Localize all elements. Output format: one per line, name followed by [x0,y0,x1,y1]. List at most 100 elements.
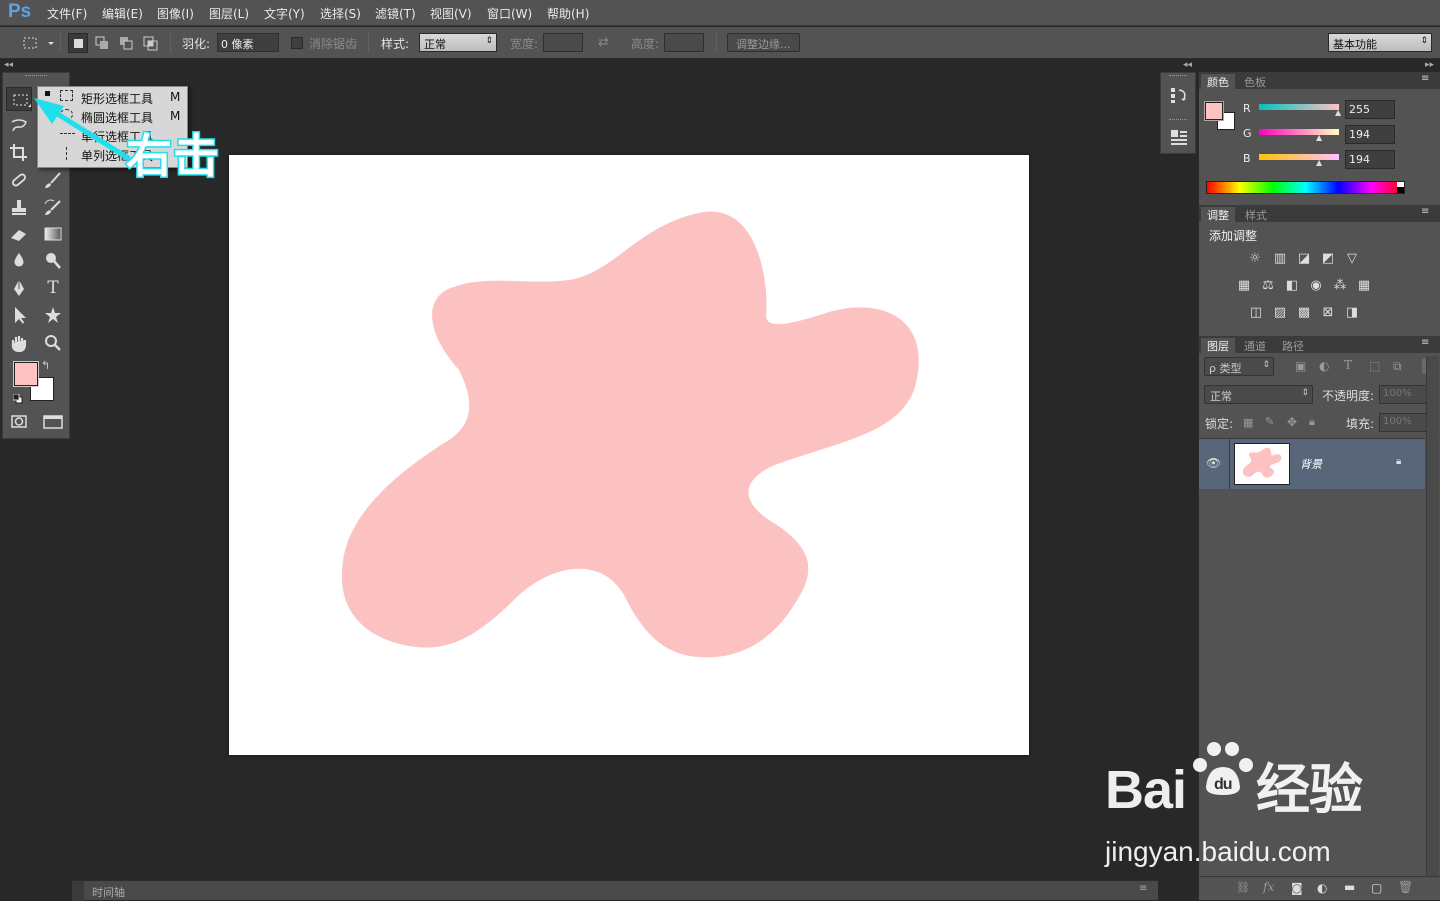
blend-mode-select[interactable]: 正常 ⇕ [1204,385,1313,404]
collapse-toolbar-icon[interactable]: ◂◂ [4,60,13,70]
collapse-panels-icon[interactable]: ▸▸ [1425,60,1434,70]
filter-adjustment-icon[interactable]: ◐ [1319,359,1329,373]
filter-type-icon[interactable]: T [1344,358,1352,372]
swap-dimensions-icon[interactable]: ⇄ [598,35,609,50]
swap-colors-icon[interactable]: ↰ [41,359,50,372]
menu-window[interactable]: 窗口(W) [487,5,532,22]
red-slider[interactable] [1259,104,1339,110]
color-lookup-icon[interactable]: ▦ [1356,279,1372,293]
path-selection-tool[interactable] [6,303,32,327]
new-selection-button[interactable] [68,33,88,53]
new-group-icon[interactable]: ▬ [1344,880,1355,894]
blue-input[interactable]: 194 [1345,150,1395,169]
default-colors-icon[interactable] [12,393,23,404]
green-input[interactable]: 194 [1345,125,1395,144]
clone-stamp-tool[interactable] [6,195,32,219]
black-swatch[interactable] [1397,187,1404,193]
quick-mask-icon[interactable] [6,410,32,434]
color-ramp[interactable] [1206,181,1405,194]
fx-icon[interactable]: fx [1263,880,1274,894]
threshold-icon[interactable]: ▩ [1296,306,1312,320]
hand-tool[interactable] [6,331,32,355]
exposure-icon[interactable]: ◩ [1320,252,1336,266]
panel-menu-icon[interactable]: ≡ [1139,883,1147,894]
filter-pixel-icon[interactable]: ▣ [1295,359,1306,373]
custom-shape-tool[interactable] [40,303,66,327]
curves-icon[interactable]: ◪ [1296,252,1312,266]
dodge-tool[interactable] [40,248,66,272]
layer-row-background[interactable]: 👁︎ 背景 🔒︎ [1199,439,1425,489]
tab-channels[interactable]: 通道 [1244,338,1266,354]
collapse-dock-icon[interactable]: ◂◂ [1183,60,1192,70]
tab-paths[interactable]: 路径 [1282,338,1304,354]
refine-edge-button[interactable]: 调整边缘... [727,33,800,52]
link-layers-icon[interactable]: ⛓︎ [1236,881,1250,894]
photo-filter-icon[interactable]: ◉ [1308,279,1324,293]
height-input[interactable] [664,33,704,52]
panel-menu-icon[interactable]: ≡ [1421,73,1429,84]
dock-grip[interactable] [1169,119,1187,122]
history-panel-icon[interactable] [1169,85,1189,105]
red-input[interactable]: 255 [1345,100,1395,119]
width-input[interactable] [543,33,583,52]
menu-select[interactable]: 选择(S) [320,5,361,22]
menu-image[interactable]: 图像(I) [157,5,194,22]
menu-file[interactable]: 文件(F) [47,5,87,22]
layer-name[interactable]: 背景 [1300,456,1322,472]
workspace-select[interactable]: 基本功能 ⇕ [1328,33,1432,52]
lock-transparent-icon[interactable]: ▦ [1243,416,1253,429]
type-tool-icon[interactable]: T [40,276,66,300]
lock-image-icon[interactable]: ✎ [1265,415,1274,428]
invert-icon[interactable]: ◫ [1248,306,1264,320]
green-slider-thumb-icon[interactable]: ▲ [1316,133,1322,142]
gradient-map-icon[interactable]: ⊠ [1320,306,1336,320]
toolbar-grip[interactable] [25,75,47,78]
tab-adjustments[interactable]: 调整 [1201,207,1235,222]
feather-input[interactable]: 0 像素 [217,33,279,52]
menu-type[interactable]: 文字(Y) [264,5,305,22]
menu-edit[interactable]: 编辑(E) [102,5,143,22]
menu-help[interactable]: 帮助(H) [547,5,589,22]
tab-swatches[interactable]: 色板 [1244,74,1266,90]
dock-grip[interactable] [1169,75,1187,78]
menu-view[interactable]: 视图(V) [430,5,472,22]
tab-styles[interactable]: 样式 [1245,207,1267,223]
history-brush-tool[interactable] [40,195,66,219]
gradient-tool[interactable] [40,222,66,246]
lock-all-icon[interactable]: 🔒︎ [1309,415,1315,429]
blue-slider-thumb-icon[interactable]: ▲ [1316,158,1322,167]
foreground-color-swatch[interactable] [13,361,39,387]
tab-color[interactable]: 颜色 [1201,74,1235,89]
tab-layers[interactable]: 图层 [1201,338,1235,353]
blue-slider[interactable] [1259,154,1339,160]
panel-menu-icon[interactable]: ≡ [1421,206,1429,217]
new-layer-icon[interactable]: ▢ [1371,881,1382,895]
properties-panel-icon[interactable] [1169,127,1189,147]
black-white-icon[interactable]: ◧ [1284,279,1300,293]
blur-tool[interactable] [6,248,32,272]
color-panel-fg-swatch[interactable] [1204,101,1224,121]
panel-menu-icon[interactable]: ≡ [1421,337,1429,348]
add-mask-icon[interactable]: ◙ [1291,881,1303,895]
brightness-icon[interactable]: ☼ [1247,252,1263,266]
pen-tool[interactable] [6,276,32,300]
lock-position-icon[interactable]: ✥ [1287,415,1297,429]
timeline-grip[interactable] [72,881,84,901]
posterize-icon[interactable]: ▨ [1272,306,1288,320]
red-slider-thumb-icon[interactable]: ▲ [1335,108,1341,117]
tool-preset-picker[interactable] [20,33,54,53]
menu-layer[interactable]: 图层(L) [209,5,249,22]
eye-visibility-icon[interactable]: 👁︎ [1206,456,1221,470]
style-select[interactable]: 正常 ⇕ [419,33,497,52]
vibrance-icon[interactable]: ▽ [1344,252,1360,266]
zoom-tool[interactable] [40,331,66,355]
filter-shape-icon[interactable]: ⬚ [1369,359,1380,373]
add-selection-button[interactable] [92,33,112,53]
layers-scrollbar[interactable] [1426,356,1439,876]
layer-filter-select[interactable]: ρ 类型 ⇕ [1204,357,1274,376]
color-balance-icon[interactable]: ⚖ [1260,279,1276,293]
screen-mode-icon[interactable] [40,410,66,434]
timeline-tab[interactable]: 时间轴 [92,884,125,900]
channel-mixer-icon[interactable]: ⁂ [1332,279,1348,293]
menu-filter[interactable]: 滤镜(T) [375,5,416,22]
